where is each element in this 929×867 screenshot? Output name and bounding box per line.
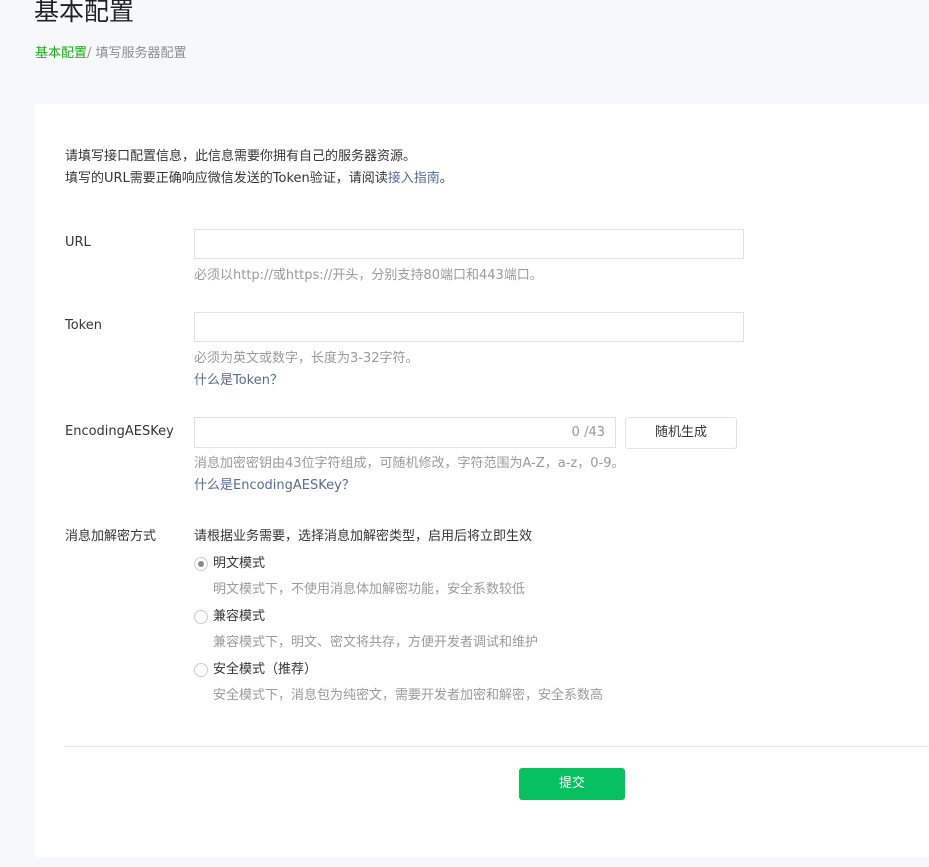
radio-label-compatible[interactable]: 兼容模式 — [213, 608, 265, 626]
intro-line-2: 填写的URL需要正确响应微信发送的Token验证，请阅读接入指南。 — [65, 168, 453, 190]
intro-line-2-suffix: 。 — [439, 171, 453, 186]
encryption-mode-label: 消息加解密方式 — [65, 529, 157, 544]
token-input[interactable] — [194, 312, 744, 342]
radio-label-plaintext[interactable]: 明文模式 — [213, 555, 265, 573]
token-label: Token — [65, 318, 102, 333]
intro-text: 请填写接口配置信息，此信息需要你拥有自己的服务器资源。 填写的URL需要正确响应… — [65, 146, 453, 190]
intro-line-1: 请填写接口配置信息，此信息需要你拥有自己的服务器资源。 — [65, 149, 417, 164]
url-input[interactable] — [194, 229, 744, 259]
random-generate-button[interactable]: 随机生成 — [625, 417, 737, 449]
form-divider — [65, 746, 929, 747]
radio-button-checked[interactable] — [194, 557, 208, 571]
aes-key-hint: 消息加密密钥由43位字符组成，可随机修改，字符范围为A-Z，a-z，0-9。 — [194, 456, 625, 471]
breadcrumb: 基本配置/ 填写服务器配置 — [35, 45, 187, 63]
breadcrumb-separator: / — [87, 46, 96, 61]
breadcrumb-link-basic-config[interactable]: 基本配置 — [35, 46, 87, 61]
radio-label-secure[interactable]: 安全模式（推荐） — [213, 661, 317, 679]
page-title: 基本配置 — [34, 0, 135, 26]
breadcrumb-current: 填写服务器配置 — [95, 46, 187, 61]
access-guide-link[interactable]: 接入指南 — [388, 171, 440, 186]
compatible-mode-description: 兼容模式下，明文、密文将共存，方便开发者调试和维护 — [213, 635, 539, 650]
what-is-token-link[interactable]: 什么是Token？ — [194, 372, 283, 390]
url-hint: 必须以http://或https://开头，分别支持80端口和443端口。 — [194, 268, 543, 283]
what-is-aes-key-link[interactable]: 什么是EncodingAESKey？ — [194, 477, 355, 495]
token-hint: 必须为英文或数字，长度为3-32字符。 — [194, 351, 419, 366]
url-label: URL — [65, 235, 91, 250]
radio-button[interactable] — [194, 663, 208, 677]
aes-key-label: EncodingAESKey — [65, 424, 174, 439]
radio-button[interactable] — [194, 610, 208, 624]
encryption-mode-description: 请根据业务需要，选择消息加解密类型，启用后将立即生效 — [194, 529, 533, 544]
intro-line-2-text: 填写的URL需要正确响应微信发送的Token验证，请阅读 — [65, 171, 388, 186]
config-card: 请填写接口配置信息，此信息需要你拥有自己的服务器资源。 填写的URL需要正确响应… — [35, 104, 929, 857]
secure-mode-description: 安全模式下，消息包为纯密文，需要开发者加密和解密，安全系数高 — [213, 688, 604, 703]
aes-key-input[interactable]: 0 /43 — [194, 417, 616, 448]
aes-key-char-counter: 0 /43 — [571, 425, 605, 440]
submit-button[interactable]: 提交 — [519, 768, 625, 800]
plaintext-mode-description: 明文模式下，不使用消息体加解密功能，安全系数较低 — [213, 582, 526, 597]
